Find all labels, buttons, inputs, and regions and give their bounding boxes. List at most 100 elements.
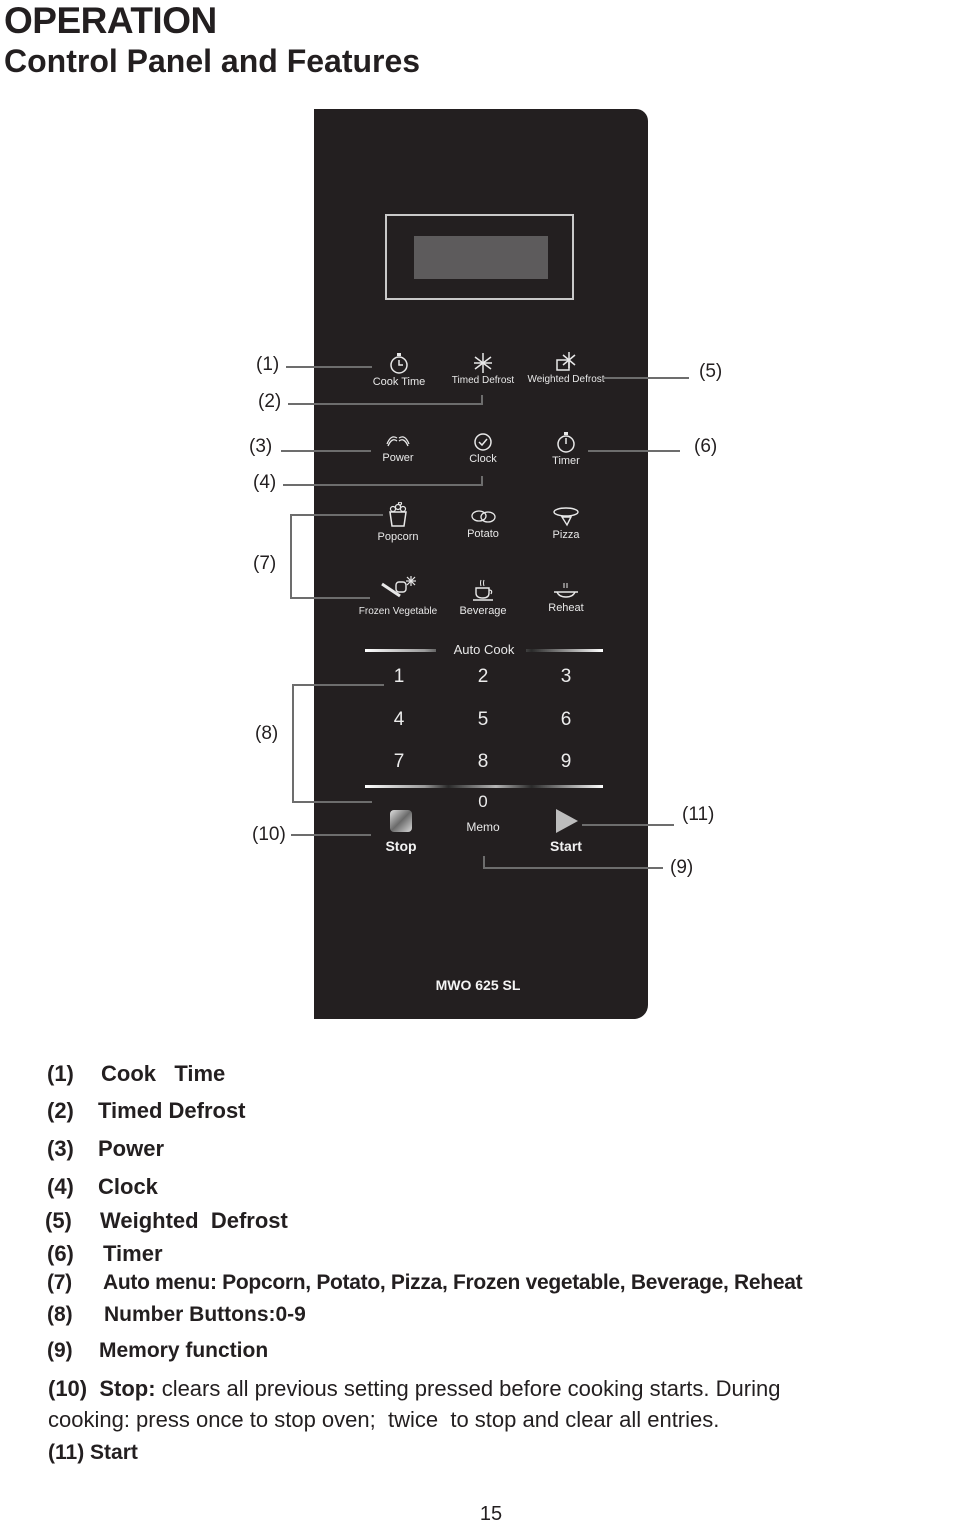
model-label: MWO 625 SL [435,977,521,993]
legend-num: (4) [47,1174,74,1199]
leader-line-1 [286,366,372,368]
pizza-button[interactable]: Pizza [511,529,621,541]
legend-item-3: (3) Power [47,1136,164,1162]
legend-text: Auto menu: Popcorn, Potato, Pizza, Froze… [103,1271,803,1294]
snowflake-icon [468,350,498,376]
legend-num: (8) [47,1303,73,1326]
callout-8: (8) [255,723,279,744]
bracket-8-bottom [292,801,372,803]
start-button[interactable]: Start [511,838,621,854]
clock-icon [468,429,498,455]
number-button-5[interactable]: 5 [468,709,498,731]
stop-desc-num: (10) [48,1376,88,1401]
leader-line-3 [281,450,371,452]
legend-text: Number Buttons:0-9 [104,1303,306,1326]
bracket-7-top [290,514,383,516]
leader-line-2 [288,403,482,405]
number-button-1[interactable]: 1 [384,666,414,688]
power-waves-icon [383,428,413,454]
stopwatch-icon [384,350,414,376]
leader-line-10 [291,834,371,836]
legend-text: Clock [98,1174,158,1199]
legend-text: Weighted Defrost [100,1208,288,1233]
legend-item-5: (5) Weighted Defrost [45,1208,288,1234]
pizza-icon [551,503,581,529]
display-screen [414,236,548,279]
plate-icon [551,575,581,601]
reheat-button[interactable]: Reheat [511,602,621,614]
page-title: OPERATION [4,0,217,41]
number-button-6[interactable]: 6 [551,709,581,731]
legend-num: (5) [45,1208,72,1233]
vegetable-icon [378,574,418,600]
bracket-8-vertical [292,684,294,803]
legend-text: Start [90,1441,138,1464]
leader-line-6 [588,450,680,452]
number-button-3[interactable]: 3 [551,666,581,688]
stop-icon[interactable] [390,810,412,832]
legend-text: Timer [103,1241,163,1266]
callout-3: (3) [249,436,273,457]
number-button-0[interactable]: 0 [468,792,498,812]
stop-button[interactable]: Stop [346,838,456,854]
legend-num: (1) [47,1061,74,1086]
page-number: 15 [479,1503,503,1525]
timer-button[interactable]: Timer [511,455,621,467]
scale-snowflake-icon [551,348,581,374]
legend-item-6: (6) Timer [47,1241,163,1267]
popcorn-icon [383,501,413,528]
potato-icon [468,503,498,529]
callout-11: (11) [682,804,715,825]
callout-7: (7) [253,553,277,574]
legend-text: Timed Defrost [98,1098,246,1123]
leader-line-2-tick [481,395,483,405]
callout-10: (10) [252,824,286,845]
legend-item-1: (1) Cook Time [47,1061,225,1087]
leader-line-11 [582,824,674,826]
legend-item-2: (2) Timed Defrost [47,1098,246,1124]
legend-item-7: (7) Auto menu: Popcorn, Potato, Pizza, Fr… [47,1271,803,1295]
stop-desc-term: Stop: [99,1376,156,1401]
legend-num: (11) [48,1441,85,1464]
leader-line-4-tick [481,476,483,486]
callout-5: (5) [699,361,723,382]
cup-icon [468,576,498,602]
timer-icon [551,429,581,455]
callout-4: (4) [253,472,277,493]
bracket-7-bottom [290,597,370,599]
number-button-9[interactable]: 9 [551,751,581,773]
leader-line-9 [483,867,663,869]
legend-item-4: (4) Clock [47,1174,158,1200]
number-button-7[interactable]: 7 [384,751,414,773]
number-pad-divider-bottom [365,785,603,788]
legend-num: (2) [47,1098,74,1123]
weighted-defrost-button[interactable]: Weighted Defrost [511,374,621,385]
number-button-4[interactable]: 4 [384,709,414,731]
stop-desc-line1: clears all previous setting pressed befo… [161,1376,781,1401]
callout-1: (1) [256,354,280,375]
legend-item-11: (11) Start [48,1441,138,1465]
leader-line-4 [283,484,483,486]
legend-num: (9) [47,1339,73,1362]
callout-6: (6) [694,436,718,457]
legend-item-8: (8) Number Buttons:0-9 [47,1303,306,1327]
legend-num: (7) [47,1271,72,1294]
page-subtitle: Control Panel and Features [4,43,421,79]
callout-9: (9) [670,857,694,878]
start-icon[interactable] [556,809,578,833]
leader-line-5 [603,377,689,379]
bracket-7-vertical [290,514,292,599]
number-button-8[interactable]: 8 [468,751,498,773]
legend-item-9: (9) Memory function [47,1339,268,1363]
stop-desc-line2: cooking: press once to stop oven; twice … [48,1407,720,1432]
bracket-8-top [292,684,384,686]
memo-label: Memo [466,820,500,834]
callout-2: (2) [258,391,282,412]
legend-num: (3) [47,1136,74,1161]
legend-text: Power [98,1136,165,1161]
legend-text: Memory function [99,1339,269,1362]
auto-cook-label: Auto Cook [453,642,515,657]
stop-description: (10) Stop: clears all previous setting p… [48,1373,948,1435]
number-button-2[interactable]: 2 [468,666,498,688]
legend-text: Cook Time [101,1061,226,1086]
